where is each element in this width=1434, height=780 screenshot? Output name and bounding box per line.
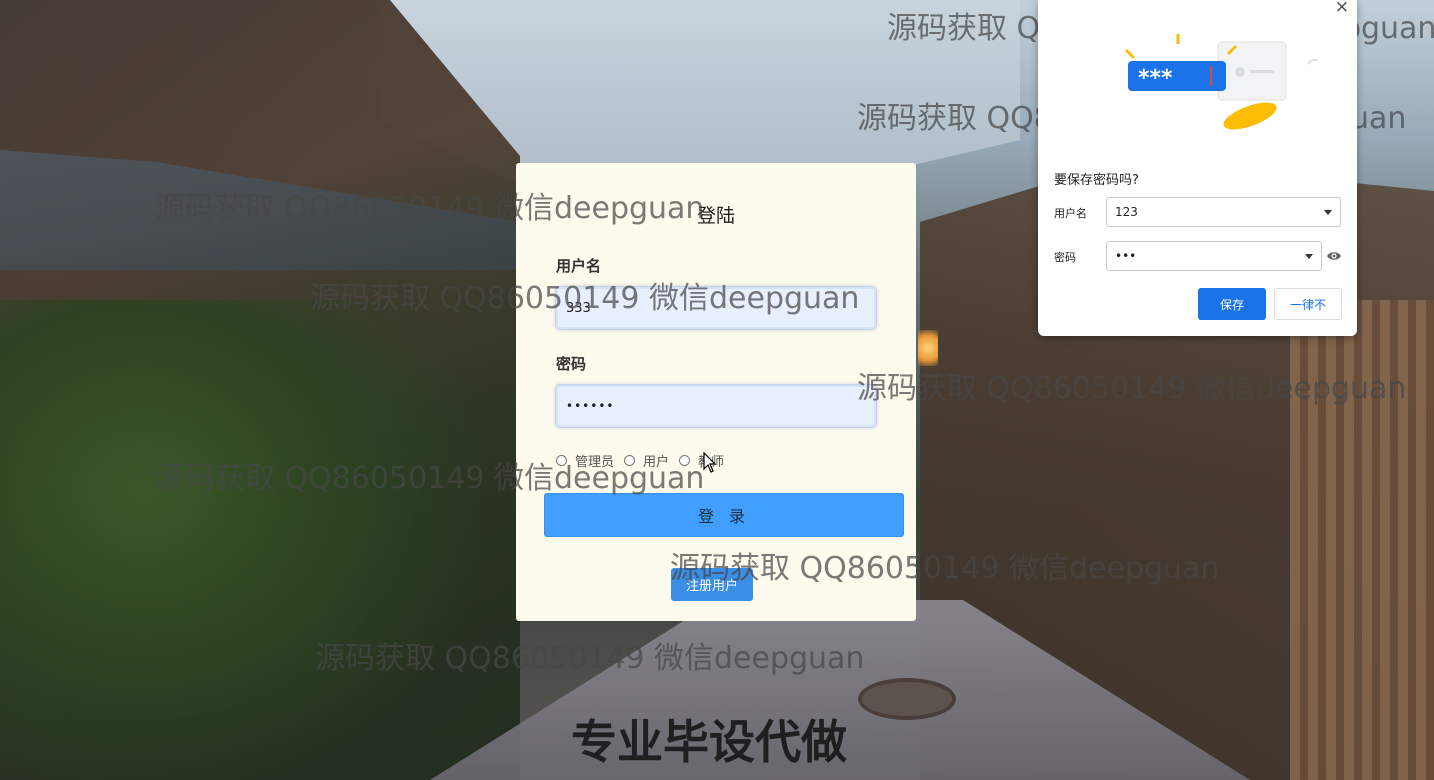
background-lamp: [918, 330, 938, 366]
save-password-popup: × *** 要保存密码吗? 用户名 123 密码 ••• 保存 一律不: [1038, 0, 1357, 336]
popup-username-label: 用户名: [1054, 207, 1087, 220]
chevron-down-icon: [1324, 209, 1332, 215]
password-illustration-icon: ***: [1124, 34, 1318, 130]
illustration-text: ***: [1138, 66, 1173, 91]
save-password-button[interactable]: 保存: [1198, 288, 1266, 320]
password-label: 密码: [556, 355, 587, 373]
watermark-text: 源码获取 QQ86050149 微信deepguan: [670, 551, 1220, 586]
watermark-text: 源码获取 QQ86050149 微信deepguan: [155, 191, 705, 226]
popup-password-value: •••: [1115, 249, 1137, 263]
watermark-text: 源码获取 QQ86050149 微信deepguan: [857, 371, 1407, 406]
watermark-banner: 专业毕设代做: [571, 715, 847, 769]
chevron-down-icon: [1305, 253, 1313, 259]
popup-username-value: 123: [1115, 205, 1138, 219]
popup-password-label: 密码: [1054, 251, 1076, 264]
watermark-text: 源码获取 QQ86050149 微信deepguan: [155, 461, 705, 496]
watermark-text: 源码获取 QQ86050149 微信deepguan: [310, 281, 860, 316]
close-icon[interactable]: ×: [1335, 0, 1349, 17]
background-greenery: [0, 300, 480, 780]
login-button[interactable]: 登 录: [544, 493, 904, 537]
background-manhole: [858, 678, 956, 720]
mouse-cursor-icon: [703, 452, 717, 473]
eye-icon[interactable]: [1326, 250, 1342, 262]
save-password-heading: 要保存密码吗?: [1054, 173, 1139, 188]
password-input[interactable]: ••••••: [555, 384, 877, 428]
watermark-text: 源码获取 QQ86050149 微信deepguan: [315, 641, 865, 676]
never-save-button[interactable]: 一律不: [1274, 288, 1342, 320]
popup-username-select[interactable]: 123: [1106, 197, 1341, 227]
popup-password-select[interactable]: •••: [1106, 241, 1322, 271]
